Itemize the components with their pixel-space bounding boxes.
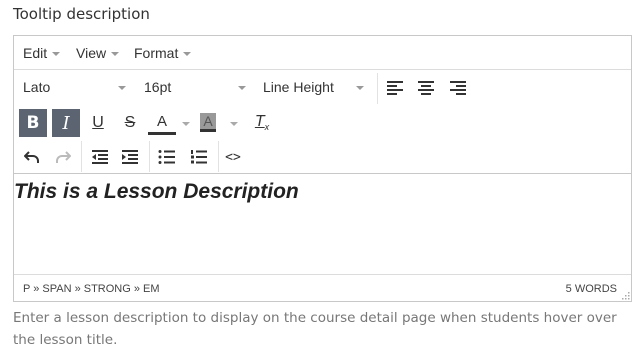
align-right-button[interactable] bbox=[444, 74, 472, 102]
clear-formatting-button[interactable]: Tx bbox=[248, 109, 276, 137]
clear-formatting-glyph: T bbox=[254, 113, 265, 131]
word-count: 5 WORDS bbox=[565, 283, 617, 295]
menu-view[interactable]: View bbox=[76, 45, 120, 61]
italic-button[interactable]: I bbox=[52, 109, 80, 137]
font-family-value: Lato bbox=[23, 79, 51, 95]
field-help-text: Enter a lesson description to display on… bbox=[13, 310, 617, 348]
background-color-button[interactable]: A bbox=[197, 111, 219, 133]
undo-button[interactable] bbox=[18, 143, 46, 171]
editor-content-area[interactable]: This is a Lesson Description bbox=[14, 174, 631, 274]
align-right-icon bbox=[450, 81, 466, 95]
chevron-down-icon bbox=[118, 86, 126, 90]
numbered-list-button[interactable] bbox=[185, 143, 213, 171]
menu-edit[interactable]: Edit bbox=[23, 45, 61, 61]
line-height-value: Line Height bbox=[263, 79, 334, 95]
numbered-list-icon bbox=[191, 150, 207, 164]
bullet-list-icon bbox=[158, 150, 175, 164]
clear-formatting-icon: Tx bbox=[255, 113, 269, 132]
redo-icon bbox=[56, 151, 71, 163]
align-center-button[interactable] bbox=[412, 74, 440, 102]
align-left-button[interactable] bbox=[381, 74, 409, 102]
chevron-down-icon bbox=[111, 52, 120, 57]
redo-button[interactable] bbox=[49, 143, 77, 171]
menu-format-label: Format bbox=[134, 45, 179, 61]
editor-content-text[interactable]: This is a Lesson Description bbox=[14, 180, 299, 204]
rich-text-editor: Edit View Format Lato 16pt Line Height B… bbox=[13, 35, 632, 302]
outdent-icon bbox=[92, 150, 108, 164]
menu-format[interactable]: Format bbox=[134, 45, 192, 61]
clear-formatting-sub: x bbox=[264, 122, 270, 133]
chevron-down-icon[interactable] bbox=[230, 122, 238, 126]
toolbar-row-formatting: B I U S A A Tx bbox=[14, 106, 631, 140]
source-code-button[interactable]: <> bbox=[219, 143, 247, 171]
strikethrough-icon: S bbox=[124, 114, 136, 131]
chevron-down-icon bbox=[238, 86, 246, 90]
menu-view-label: View bbox=[76, 45, 107, 61]
field-label: Tooltip description bbox=[13, 5, 150, 23]
toolbar-divider bbox=[377, 73, 378, 104]
align-center-icon bbox=[418, 81, 434, 95]
strikethrough-button[interactable]: S bbox=[116, 109, 144, 137]
align-left-icon bbox=[387, 81, 403, 95]
chevron-down-icon bbox=[183, 52, 192, 57]
source-code-icon: <> bbox=[225, 149, 241, 165]
toolbar-row-lists: <> bbox=[14, 140, 631, 174]
bold-button[interactable]: B bbox=[19, 109, 47, 137]
outdent-button[interactable] bbox=[86, 143, 114, 171]
underline-button[interactable]: U bbox=[84, 109, 112, 137]
font-family-select[interactable]: Lato bbox=[23, 79, 126, 95]
editor-statusbar: P » SPAN » STRONG » EM 5 WORDS bbox=[14, 274, 631, 301]
text-color-icon: A bbox=[156, 113, 167, 130]
text-color-button[interactable]: A bbox=[148, 111, 176, 135]
indent-button[interactable] bbox=[116, 143, 144, 171]
element-path[interactable]: P » SPAN » STRONG » EM bbox=[23, 283, 160, 295]
underline-icon: U bbox=[92, 114, 104, 131]
line-height-select[interactable]: Line Height bbox=[263, 79, 364, 95]
undo-icon bbox=[24, 151, 39, 163]
font-size-value: 16pt bbox=[144, 79, 172, 95]
indent-icon bbox=[122, 150, 138, 164]
bold-icon: B bbox=[26, 113, 40, 133]
resize-handle-icon[interactable] bbox=[620, 290, 630, 300]
toolbar-divider bbox=[81, 141, 82, 172]
background-color-icon: A bbox=[200, 112, 216, 132]
bullet-list-button[interactable] bbox=[153, 143, 181, 171]
editor-menubar: Edit View Format bbox=[14, 36, 631, 70]
chevron-down-icon bbox=[356, 86, 364, 90]
font-size-select[interactable]: 16pt bbox=[144, 79, 246, 95]
toolbar-row-fonts: Lato 16pt Line Height bbox=[14, 71, 631, 106]
chevron-down-icon bbox=[52, 52, 61, 57]
chevron-down-icon[interactable] bbox=[182, 122, 190, 126]
italic-icon: I bbox=[62, 112, 70, 134]
menu-edit-label: Edit bbox=[23, 45, 48, 61]
toolbar-divider bbox=[149, 141, 150, 172]
